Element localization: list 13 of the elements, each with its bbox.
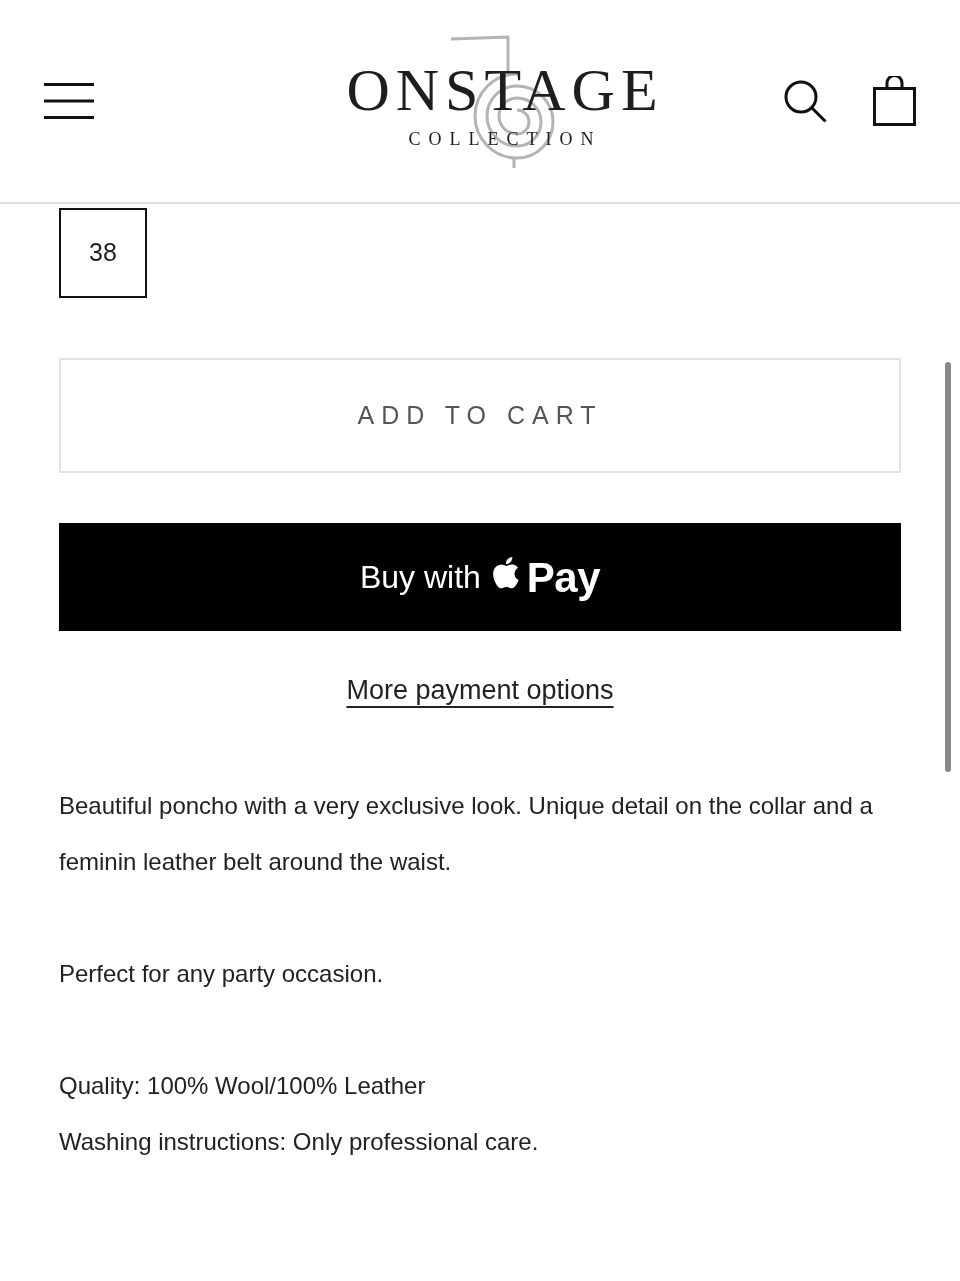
more-payment-options-link[interactable]: More payment options bbox=[346, 675, 614, 705]
menu-icon[interactable] bbox=[44, 83, 94, 119]
logo-wordmark[interactable]: ONSTAGE bbox=[346, 60, 664, 120]
add-to-cart-button[interactable]: ADD TO CART bbox=[59, 358, 901, 473]
shopping-bag-icon[interactable] bbox=[873, 76, 916, 126]
description-text: Beautiful poncho with a very exclusive look. Unique detail on the collar and a feminin leather belt around the waist. bbox=[59, 791, 874, 877]
apple-pay-button[interactable]: Buy with Pay bbox=[59, 523, 901, 631]
description-text: Washing instructions: Only professional care. bbox=[59, 1127, 540, 1157]
logo-subtitle: COLLECTION bbox=[408, 130, 602, 148]
description-text: Perfect for any party occasion. bbox=[59, 959, 385, 989]
size-option[interactable]: 38 bbox=[59, 208, 147, 298]
description-text: Quality: 100% Wool/100% Leather bbox=[59, 1071, 427, 1101]
search-icon[interactable] bbox=[784, 79, 827, 123]
